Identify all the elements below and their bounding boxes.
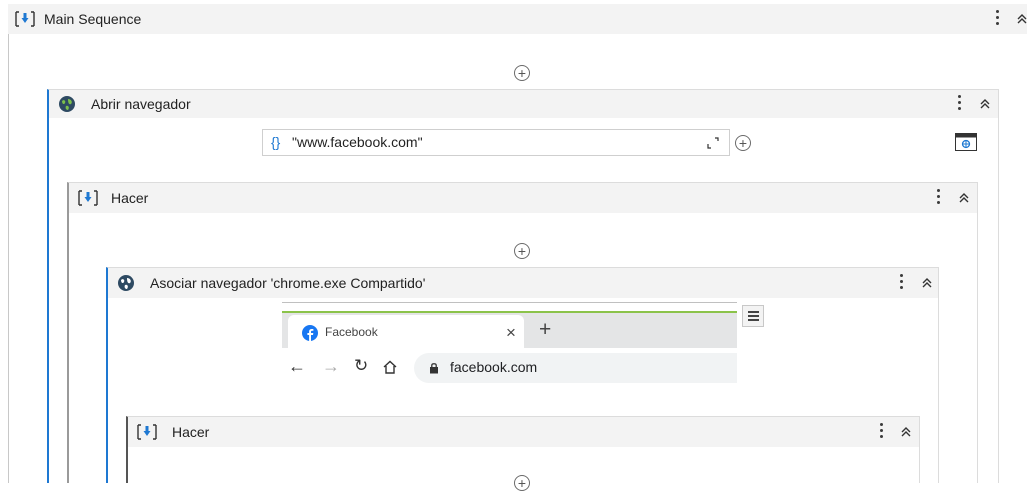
home-icon[interactable] (383, 360, 397, 374)
add-activity-icon[interactable]: + (514, 243, 530, 259)
expression-icon: {} (271, 134, 281, 150)
globe-icon (59, 96, 75, 112)
hacer-2-title: Hacer (172, 424, 210, 440)
browser-preview[interactable]: Facebook × + ← → ↻ facebook.com (282, 302, 737, 391)
forward-arrow-icon[interactable]: → (322, 356, 340, 377)
browser-tab[interactable]: Facebook × (288, 315, 524, 350)
browser-tab-label: Facebook (325, 325, 378, 339)
browser-toolbar: ← → ↻ facebook.com (282, 348, 737, 391)
abrir-navegador-title: Abrir navegador (91, 96, 191, 112)
asociar-navegador-title: Asociar navegador 'chrome.exe Compartido… (150, 275, 426, 291)
hamburger-menu-icon[interactable] (742, 305, 764, 327)
back-arrow-icon[interactable]: ← (288, 356, 306, 377)
main-sequence-header[interactable]: Main Sequence (8, 4, 1027, 34)
hacer-1-header[interactable]: Hacer (69, 183, 977, 213)
hacer-2-header[interactable]: Hacer (128, 417, 919, 447)
tab-close-icon[interactable]: × (506, 323, 516, 343)
browser-tab-bar: Facebook × + (282, 311, 737, 350)
address-bar-url: facebook.com (450, 359, 538, 375)
asociar-navegador-more-icon[interactable] (898, 274, 904, 289)
url-add-icon[interactable]: + (735, 135, 751, 151)
main-sequence-title: Main Sequence (44, 11, 142, 27)
add-activity-icon[interactable]: + (514, 65, 530, 81)
expand-corner-icon[interactable] (707, 137, 719, 149)
url-input-value: "www.facebook.com" (292, 134, 423, 150)
hacer-2-more-icon[interactable] (878, 423, 884, 438)
abrir-navegador-header[interactable]: Abrir navegador (49, 90, 998, 118)
browser-window-icon[interactable] (955, 133, 977, 151)
asociar-navegador-collapse-icon[interactable] (921, 277, 933, 289)
abrir-navegador-more-icon[interactable] (956, 95, 962, 110)
hacer-1-more-icon[interactable] (935, 189, 941, 204)
asociar-navegador-header[interactable]: Asociar navegador 'chrome.exe Compartido… (108, 268, 938, 298)
sequence-icon (78, 190, 98, 206)
hacer-1-collapse-icon[interactable] (958, 192, 970, 204)
add-activity-icon[interactable]: + (514, 475, 530, 491)
facebook-icon (302, 325, 318, 341)
hacer-1-title: Hacer (111, 190, 149, 206)
globe-icon (118, 275, 134, 291)
reload-icon[interactable]: ↻ (354, 356, 368, 376)
sequence-icon (15, 11, 35, 27)
main-sequence-collapse-icon[interactable] (1016, 13, 1027, 25)
lock-icon (430, 363, 438, 374)
sequence-icon (137, 424, 157, 440)
main-sequence-more-icon[interactable] (994, 10, 1000, 25)
url-input[interactable]: {} "www.facebook.com" (262, 129, 730, 156)
new-tab-icon[interactable]: + (539, 318, 551, 342)
hacer-2-collapse-icon[interactable] (900, 426, 912, 438)
abrir-navegador-collapse-icon[interactable] (979, 98, 991, 110)
address-bar[interactable]: facebook.com (414, 353, 737, 383)
